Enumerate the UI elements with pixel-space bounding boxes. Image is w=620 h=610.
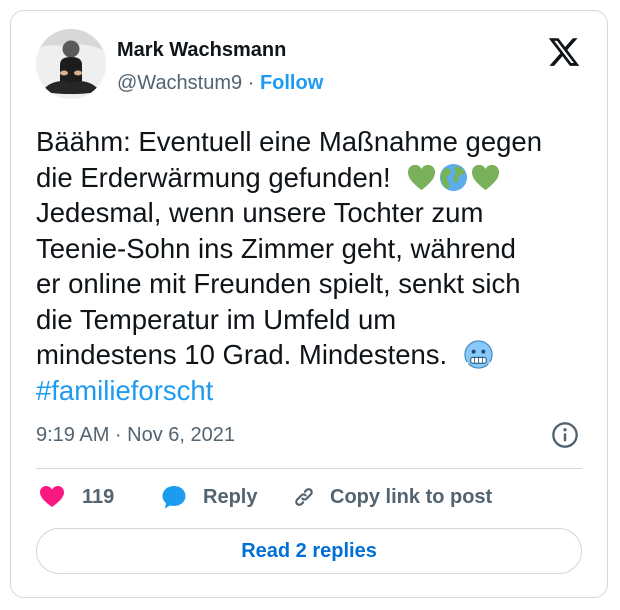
info-icon[interactable] bbox=[551, 421, 579, 449]
handle-separator: · bbox=[242, 72, 260, 94]
read-replies-button[interactable]: Read 2 replies bbox=[36, 528, 582, 574]
tweet-line-2: die Erderwärmung gefunden! bbox=[36, 160, 596, 196]
tweet-line-6: die Temperatur im Umfeld um bbox=[36, 303, 397, 335]
green-heart-icon bbox=[408, 164, 436, 190]
tweet-card: Mark Wachsmann @Wachstum9 · Follow Bäähm… bbox=[10, 10, 608, 598]
reply-label: Reply bbox=[203, 485, 258, 508]
avatar[interactable] bbox=[36, 29, 106, 99]
tweet-text: Bäähm: Eventuell eine Maßnahme gegen die… bbox=[36, 124, 596, 408]
tweet-line-7-text: mindestens 10 Grad. Mindestens. bbox=[36, 339, 448, 370]
tweet-line-4: Teenie-Sohn ins Zimmer geht, während bbox=[36, 232, 516, 264]
divider bbox=[36, 468, 582, 469]
tweet-line-1: Bäähm: Eventuell eine Maßnahme gegen bbox=[36, 126, 543, 157]
heart-icon bbox=[40, 486, 64, 507]
tweet-line-7: mindestens 10 Grad. Mindestens. bbox=[36, 337, 596, 373]
author-subline: @Wachstum9 · Follow bbox=[117, 71, 323, 95]
reply-button[interactable]: Reply bbox=[161, 482, 257, 512]
tweet-line-3: Jedesmal, wenn unsere Tochter zum bbox=[36, 197, 484, 228]
author-handle[interactable]: @Wachstum9 bbox=[117, 72, 242, 94]
tweet-timestamp[interactable]: 9:19 AM · Nov 6, 2021 bbox=[36, 423, 235, 447]
tweet-line-2-text: die Erderwärmung gefunden! bbox=[36, 161, 391, 193]
cold-face-icon bbox=[464, 340, 493, 369]
reply-bubble-icon bbox=[162, 486, 186, 509]
copy-link-label: Copy link to post bbox=[330, 485, 493, 508]
green-heart-icon bbox=[472, 164, 500, 190]
hashtag-link[interactable]: #familieforscht bbox=[36, 373, 596, 409]
follow-link[interactable]: Follow bbox=[260, 72, 323, 94]
copy-link-button[interactable]: Copy link to post bbox=[291, 482, 492, 512]
like-button[interactable]: 119 bbox=[39, 482, 114, 512]
link-icon bbox=[295, 488, 313, 506]
read-replies-label: Read 2 replies bbox=[241, 539, 377, 562]
globe-americas-icon bbox=[440, 163, 468, 191]
tweet-line-5: er online mit Freunden spielt, senkt sic… bbox=[36, 268, 521, 299]
x-logo-icon[interactable] bbox=[547, 35, 581, 69]
author-name[interactable]: Mark Wachsmann bbox=[117, 38, 286, 62]
like-count: 119 bbox=[82, 485, 115, 508]
